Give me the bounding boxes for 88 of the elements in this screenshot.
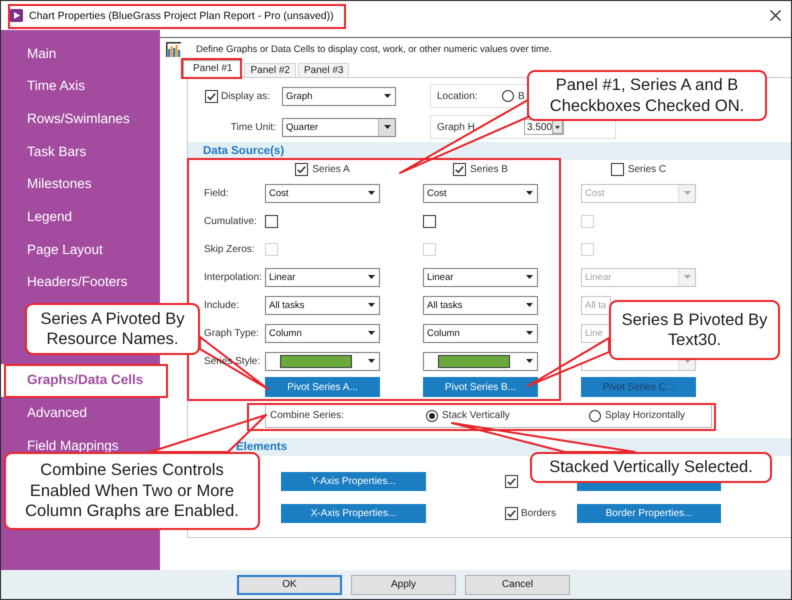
checkbox-label: Borders — [521, 508, 556, 519]
pivot-button[interactable]: Pivot Series A... — [265, 377, 380, 397]
axis-properties-button[interactable]: X-Axis Properties... — [281, 504, 426, 523]
dropdown[interactable] — [423, 352, 538, 370]
caret-icon — [526, 275, 532, 279]
dropdown[interactable]: Linear — [423, 268, 538, 286]
axis-properties-button[interactable]: Y-Axis Properties... — [281, 472, 426, 491]
dropdown[interactable]: All tasks — [423, 296, 538, 314]
caret-icon — [368, 303, 374, 307]
checkbox-label: Series C — [628, 164, 666, 175]
checkbox[interactable] — [295, 163, 308, 176]
checkbox[interactable] — [265, 214, 278, 228]
sidebar-item[interactable]: Time Axis — [1, 70, 160, 103]
sidebar-item[interactable]: Page Layout — [1, 234, 160, 266]
radio-button[interactable] — [426, 410, 438, 422]
caret-icon — [684, 275, 690, 279]
tab[interactable]: Panel #1 — [183, 60, 242, 77]
sidebar-item[interactable]: Advanced — [1, 397, 160, 430]
checkbox[interactable] — [610, 163, 624, 176]
annotation-tooltip: Series B Pivoted By Text30. — [609, 300, 780, 360]
app-icon — [10, 9, 23, 22]
annotation-tooltip: Stacked Vertically Selected. — [530, 452, 772, 483]
caret-icon — [526, 359, 532, 363]
radio-label: Splay Horizontally — [605, 410, 686, 421]
dropdown[interactable]: Column — [265, 324, 380, 342]
field-label: Include: — [204, 300, 240, 310]
properties-button[interactable]: Border Properties... — [577, 504, 721, 523]
dropdown[interactable]: Graph — [282, 86, 396, 106]
checkbox-label: Display as: — [221, 90, 270, 102]
tab[interactable]: Panel #2 — [244, 63, 296, 77]
dialog-button[interactable]: Cancel — [465, 574, 570, 594]
checkbox[interactable] — [505, 475, 518, 488]
field-label: Location: — [437, 90, 479, 102]
close-icon[interactable] — [770, 10, 781, 21]
sidebar-item[interactable]: Rows/Swimlanes — [1, 102, 160, 136]
caret-icon — [368, 275, 374, 279]
checkbox-label: Series A — [312, 164, 350, 175]
highlight-frame — [181, 58, 242, 79]
window-title: Chart Properties (BlueGrass Project Plan Report - Pro (unsaved)) — [29, 10, 334, 22]
dropdown[interactable]: Quarter — [282, 118, 396, 136]
caret-icon — [526, 331, 532, 335]
section-header: Data Source(s) — [188, 142, 791, 160]
field-label: Skip Zeros: — [204, 244, 256, 254]
field-label: Interpolation: — [204, 272, 263, 282]
sidebar-item[interactable]: Milestones — [1, 168, 160, 202]
field-label: Cumulative: — [204, 216, 258, 226]
field-label: Field: — [204, 188, 230, 198]
field-label: Combine Series: — [269, 410, 345, 421]
description-text: Define Graphs or Data Cells to display cost, work, or other numeric values over time. — [196, 44, 552, 56]
dropdown[interactable]: Linear — [265, 268, 380, 286]
dropdown[interactable]: All tasks — [265, 296, 380, 314]
dialog-button[interactable]: Apply — [351, 574, 456, 594]
caret-icon — [526, 191, 532, 195]
spin-button[interactable] — [552, 120, 563, 134]
dropdown[interactable]: Column — [423, 324, 538, 342]
radio-label: Stack Vertically — [442, 410, 510, 421]
pivot-button[interactable]: Pivot Series B... — [423, 377, 538, 397]
caret-icon — [368, 359, 374, 363]
checkbox[interactable] — [423, 214, 436, 228]
annotation-tooltip: Series A Pivoted By Resource Names. — [25, 303, 200, 355]
radio-label: B — [518, 90, 525, 102]
checkbox[interactable] — [453, 163, 466, 176]
annotation-tooltip: Panel #1, Series A and B Checkboxes Checked ON. — [527, 70, 767, 121]
dialog-button[interactable]: OK — [237, 574, 342, 594]
sidebar-item[interactable]: Task Bars — [1, 136, 160, 168]
field-label: Time Unit: — [230, 122, 276, 132]
bar-chart-icon — [166, 42, 181, 57]
caret-icon — [384, 94, 390, 98]
radio-button[interactable] — [589, 410, 601, 422]
dropdown[interactable]: Cost — [265, 184, 380, 202]
checkbox-label: Series B — [470, 164, 508, 175]
field-label: Graph H — [437, 122, 476, 132]
dropdown[interactable]: Cost — [423, 184, 538, 202]
radio-button[interactable] — [502, 90, 514, 102]
caret-icon — [368, 331, 374, 335]
dropdown[interactable] — [265, 352, 380, 370]
caret-icon — [526, 303, 532, 307]
caret-icon — [368, 191, 374, 195]
checkbox[interactable] — [205, 90, 218, 102]
sidebar-item[interactable]: Graphs/Data Cells — [1, 364, 160, 398]
sidebar-item[interactable]: Legend — [1, 201, 160, 234]
caret-icon — [384, 125, 390, 129]
sidebar-item[interactable]: Main — [1, 38, 160, 70]
sidebar-item[interactable]: Headers/Footers — [1, 266, 160, 300]
caret-icon — [684, 191, 690, 195]
checkbox[interactable] — [505, 507, 518, 520]
field-label: Graph Type: — [204, 328, 260, 338]
tab[interactable]: Panel #3 — [298, 63, 350, 77]
